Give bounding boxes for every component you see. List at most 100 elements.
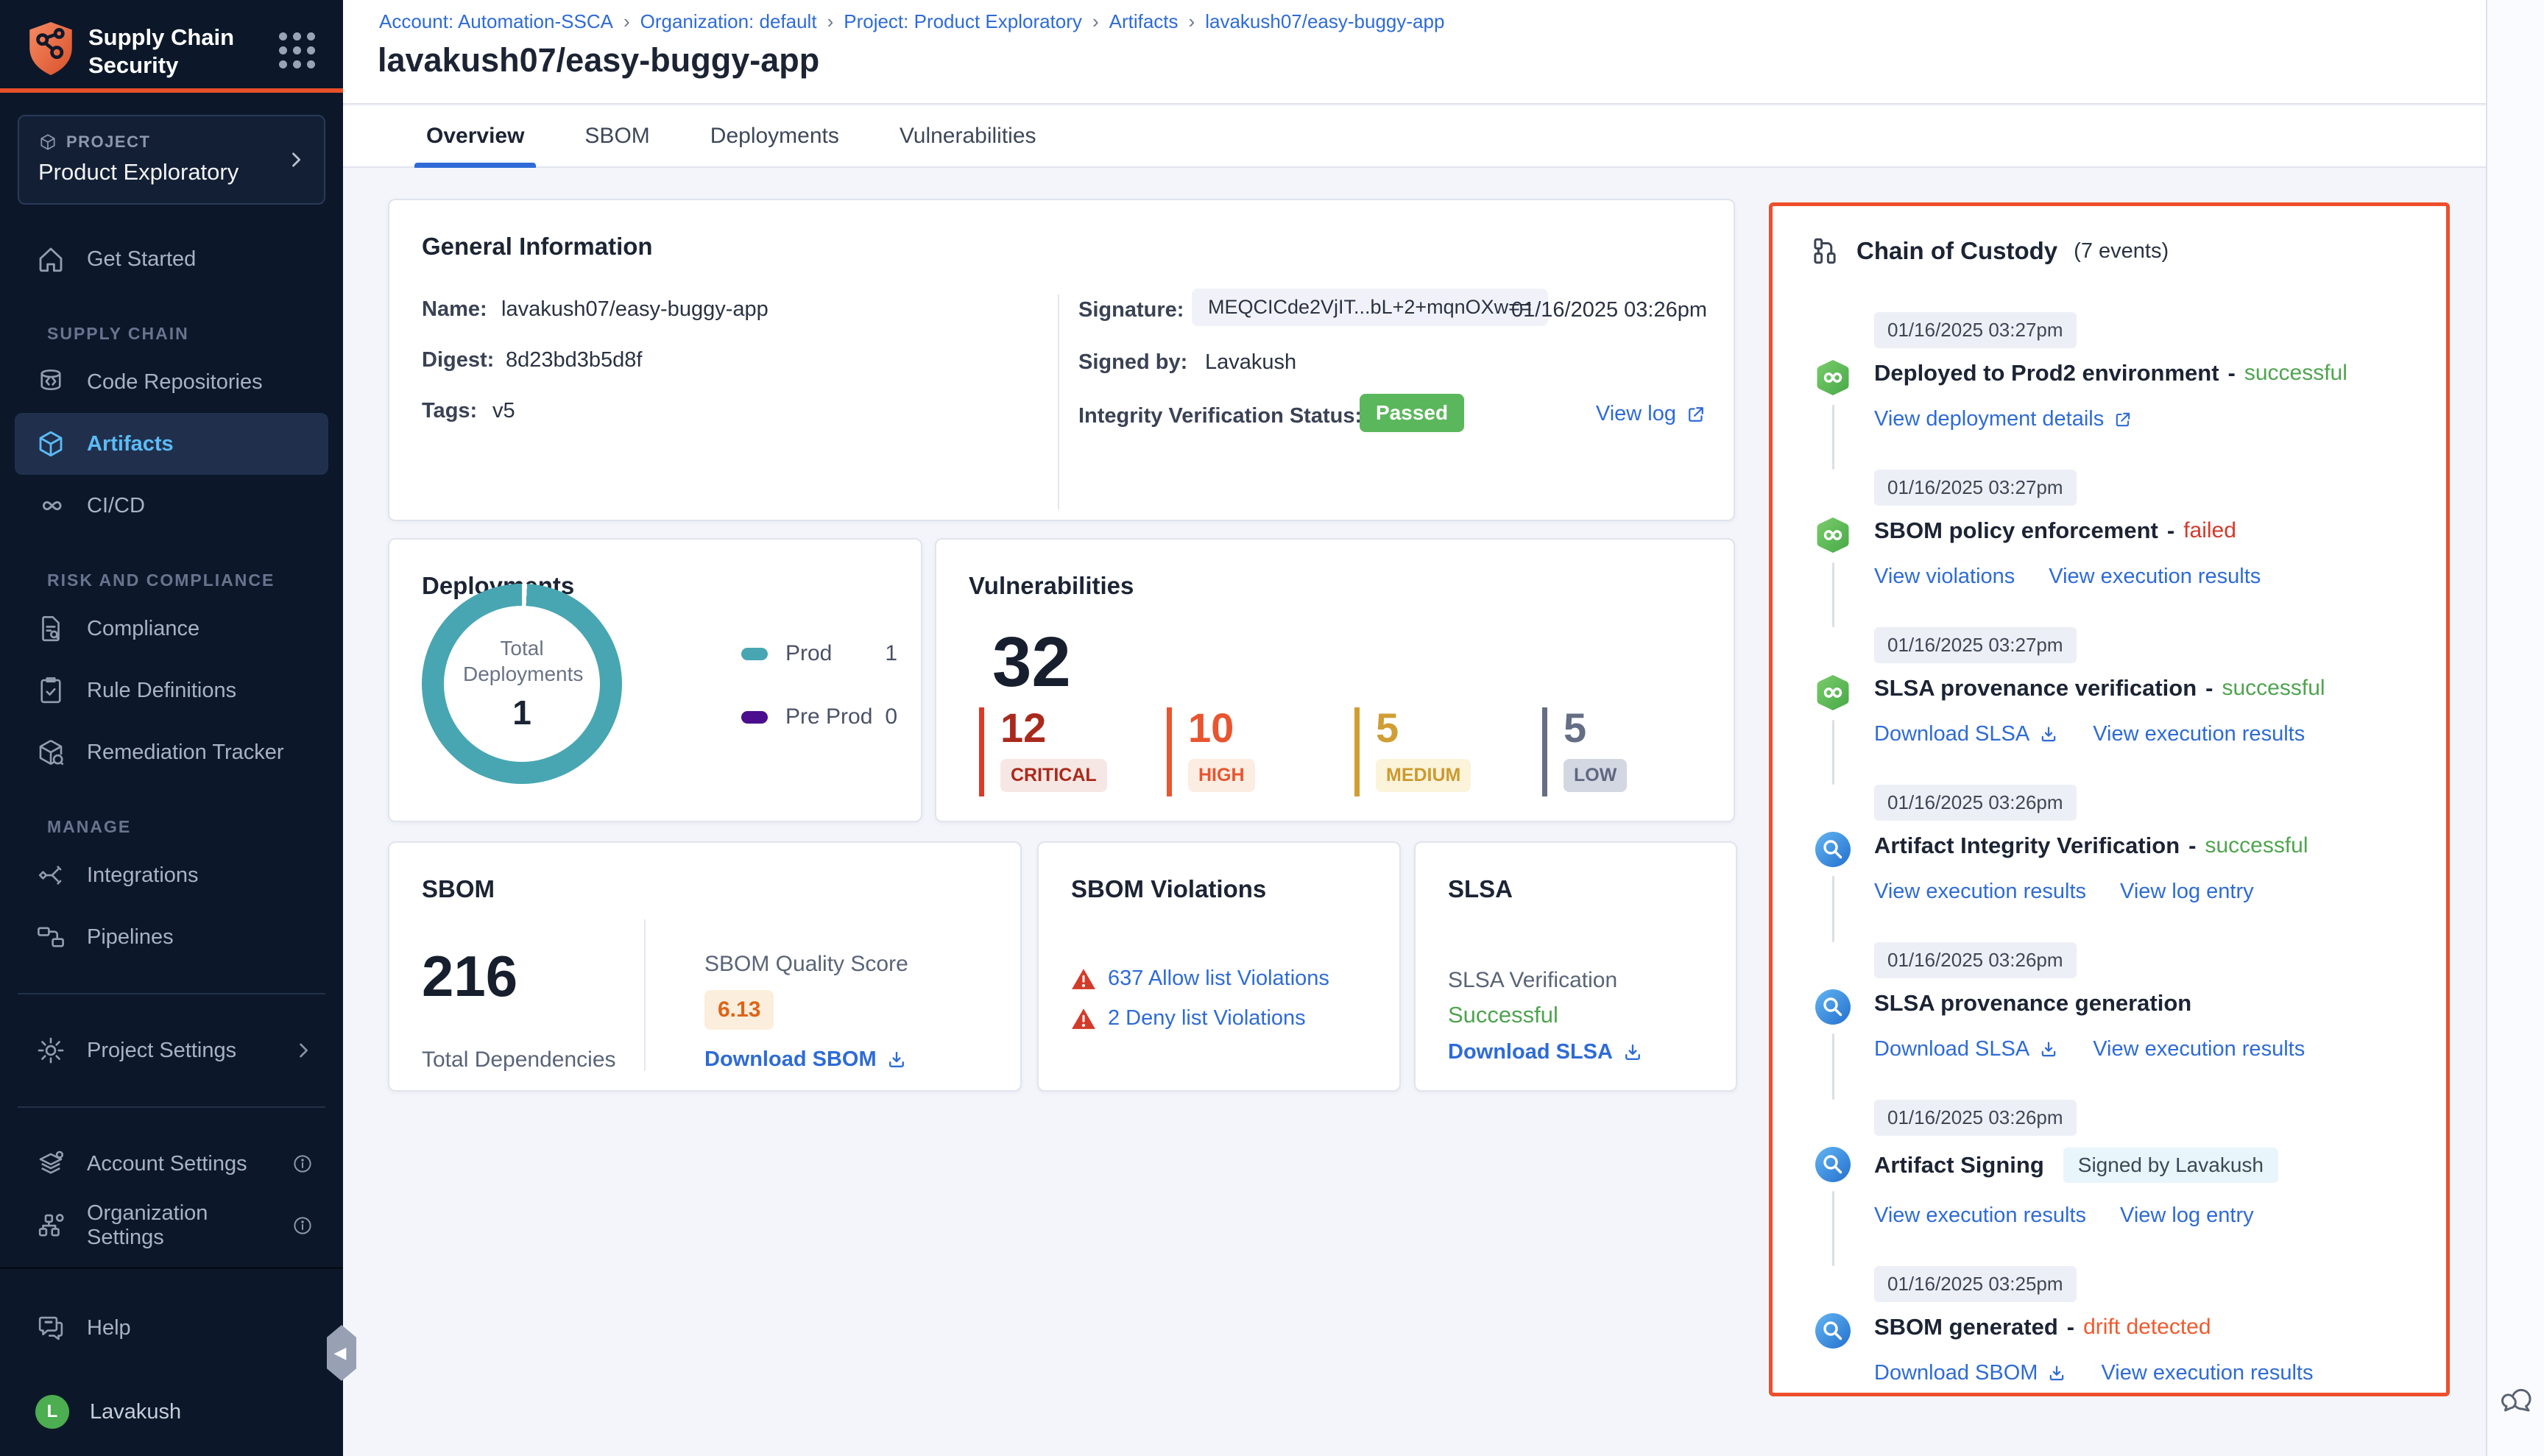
view-execution-results-link[interactable]: View execution results — [2049, 565, 2261, 589]
sidebar-item-artifacts[interactable]: Artifacts — [15, 413, 328, 475]
chevron-left-icon: ◀ — [334, 1343, 347, 1363]
chevron-right-icon — [293, 1040, 314, 1061]
sidebar-item-pipelines[interactable]: Pipelines — [0, 906, 343, 968]
breadcrumb: Account: Automation-SSCA › Organization:… — [379, 10, 1444, 33]
sidebar-item-label: Get Started — [87, 247, 196, 272]
signature-date: 01/16/2025 03:26pm — [1511, 298, 1707, 322]
tab-sbom[interactable]: SBOM — [573, 106, 661, 166]
tab-overview[interactable]: Overview — [414, 106, 536, 166]
sbom-quality-label: SBOM Quality Score — [704, 952, 908, 977]
view-log-entry-link[interactable]: View log entry — [2120, 1204, 2254, 1228]
tags-value: v5 — [492, 399, 515, 423]
view-execution-results-link[interactable]: View execution results — [2093, 1037, 2305, 1061]
page-title: lavakush07/easy-buggy-app — [378, 41, 819, 79]
deny-list-violations-link[interactable]: 2 Deny list Violations — [1108, 1006, 1306, 1031]
deny-list-violations-row: 2 Deny list Violations — [1071, 1006, 1306, 1031]
severity-medium: 5 MEDIUM — [1354, 707, 1542, 796]
tab-vulnerabilities[interactable]: Vulnerabilities — [888, 106, 1048, 166]
view-execution-results-link[interactable]: View execution results — [2101, 1361, 2313, 1385]
status-badge-passed: Passed — [1360, 394, 1464, 432]
code-repositories-icon — [35, 367, 66, 397]
signed-by-value: Lavakush — [1205, 350, 1296, 375]
download-slsa-link[interactable]: Download SLSA — [1874, 722, 2059, 746]
event-title: SBOM policy enforcement — [1874, 517, 2158, 544]
breadcrumb-account[interactable]: Account: Automation-SSCA — [379, 10, 613, 33]
sidebar-item-rule-definitions[interactable]: Rule Definitions — [0, 660, 343, 721]
project-label: PROJECT — [66, 132, 150, 152]
allow-list-violations-link[interactable]: 637 Allow list Violations — [1108, 966, 1329, 991]
sidebar: Supply Chain Security PROJECT Product Ex… — [0, 0, 343, 1456]
sidebar-item-label: Help — [87, 1316, 131, 1340]
download-icon — [2046, 1363, 2067, 1384]
sidebar-item-label: CI/CD — [87, 494, 145, 518]
breadcrumb-separator: › — [613, 10, 640, 33]
legend-item-pre-prod: Pre Prod 0 — [741, 704, 897, 729]
chain-event: 01/16/2025 03:27pm Deployed to Prod2 env… — [1812, 312, 2414, 470]
external-link-icon — [1685, 403, 1707, 425]
sidebar-item-remediation-tracker[interactable]: Remediation Tracker — [0, 721, 343, 783]
download-slsa-link[interactable]: Download SLSA — [1874, 1037, 2059, 1061]
donut-legend: Prod 1 Pre Prod 0 — [741, 641, 897, 768]
user-menu[interactable]: L Lavakush — [0, 1381, 343, 1443]
download-sbom-link[interactable]: Download SBOM — [704, 1047, 908, 1072]
divider — [18, 993, 325, 994]
sidebar-item-label: Integrations — [87, 863, 199, 888]
chain-of-custody-count: (7 events) — [2074, 239, 2169, 264]
deployments-donut-chart: Total Deployments 1 — [422, 584, 622, 784]
view-deployment-details-link[interactable]: View deployment details — [1874, 407, 2133, 431]
vulnerabilities-card: Vulnerabilities 32 12 CRITICAL 10 HIGH 5… — [935, 538, 1735, 822]
severity-row: 12 CRITICAL 10 HIGH 5 MEDIUM 5 LOW — [979, 707, 1730, 796]
right-rail — [2486, 0, 2544, 1456]
event-status: drift detected — [2083, 1315, 2211, 1340]
assistant-chat-icon[interactable] — [2496, 1381, 2536, 1421]
view-log-link[interactable]: View log — [1596, 402, 1707, 426]
download-sbom-link[interactable]: Download SBOM — [1874, 1361, 2067, 1385]
scan-step-icon — [1814, 1145, 1852, 1184]
sidebar-item-compliance[interactable]: Compliance — [0, 598, 343, 660]
breadcrumb-organization[interactable]: Organization: default — [640, 10, 817, 33]
allow-list-violations-row: 637 Allow list Violations — [1071, 966, 1329, 991]
tab-deployments[interactable]: Deployments — [699, 106, 851, 166]
sidebar-item-account-settings[interactable]: Account Settings — [0, 1133, 343, 1195]
view-execution-results-link[interactable]: View execution results — [1874, 880, 2086, 904]
view-violations-link[interactable]: View violations — [1874, 565, 2015, 589]
main-content: General Information Name: lavakush07/eas… — [343, 169, 2486, 1456]
sidebar-item-cicd[interactable]: CI/CD — [0, 475, 343, 537]
breadcrumb-artifacts[interactable]: Artifacts — [1109, 10, 1179, 33]
info-icon — [292, 1215, 314, 1237]
sidebar-item-integrations[interactable]: Integrations — [0, 844, 343, 906]
view-execution-results-link[interactable]: View execution results — [1874, 1204, 2086, 1228]
severity-low: 5 LOW — [1542, 707, 1730, 796]
signed-by-label: Signed by: — [1078, 350, 1187, 375]
vulnerabilities-total: 32 — [992, 622, 1071, 703]
sidebar-item-get-started[interactable]: Get Started — [0, 228, 343, 290]
signature-value[interactable]: MEQCICde2VjIT...bL+2+mqnOXw== — [1192, 289, 1548, 326]
sidebar-item-project-settings[interactable]: Project Settings — [0, 1019, 343, 1081]
sidebar-item-organization-settings[interactable]: Organization Settings — [0, 1195, 343, 1257]
info-icon — [292, 1153, 314, 1175]
event-timestamp: 01/16/2025 03:27pm — [1874, 312, 2077, 348]
sidebar-item-code-repositories[interactable]: Code Repositories — [0, 351, 343, 413]
integrity-label: Integrity Verification Status: — [1078, 404, 1362, 428]
chevron-right-icon — [286, 149, 306, 170]
event-status: failed — [2183, 518, 2236, 543]
sidebar-item-label: Remediation Tracker — [87, 741, 284, 765]
sidebar-item-help[interactable]: Help — [0, 1297, 343, 1359]
shield-logo-icon — [26, 21, 75, 77]
breadcrumb-project[interactable]: Project: Product Exploratory — [844, 10, 1082, 33]
scan-step-icon — [1814, 830, 1852, 869]
project-selector[interactable]: PROJECT Product Exploratory — [18, 115, 325, 205]
view-log-entry-link[interactable]: View log entry — [2120, 880, 2254, 904]
org-chart-gear-icon — [35, 1210, 66, 1241]
view-execution-results-link[interactable]: View execution results — [2093, 722, 2305, 746]
download-slsa-link[interactable]: Download SLSA — [1448, 1040, 1644, 1064]
cube-icon — [38, 132, 57, 152]
share-nodes-icon — [35, 860, 66, 891]
event-title: Deployed to Prod2 environment — [1874, 360, 2219, 386]
breadcrumb-separator: › — [817, 10, 844, 33]
card-title: General Information — [422, 233, 653, 261]
breadcrumb-artifact-name[interactable]: lavakush07/easy-buggy-app — [1205, 10, 1444, 33]
app-switcher-icon[interactable] — [279, 32, 315, 68]
legend-swatch-prod — [741, 648, 768, 660]
warning-icon — [1071, 1008, 1096, 1030]
